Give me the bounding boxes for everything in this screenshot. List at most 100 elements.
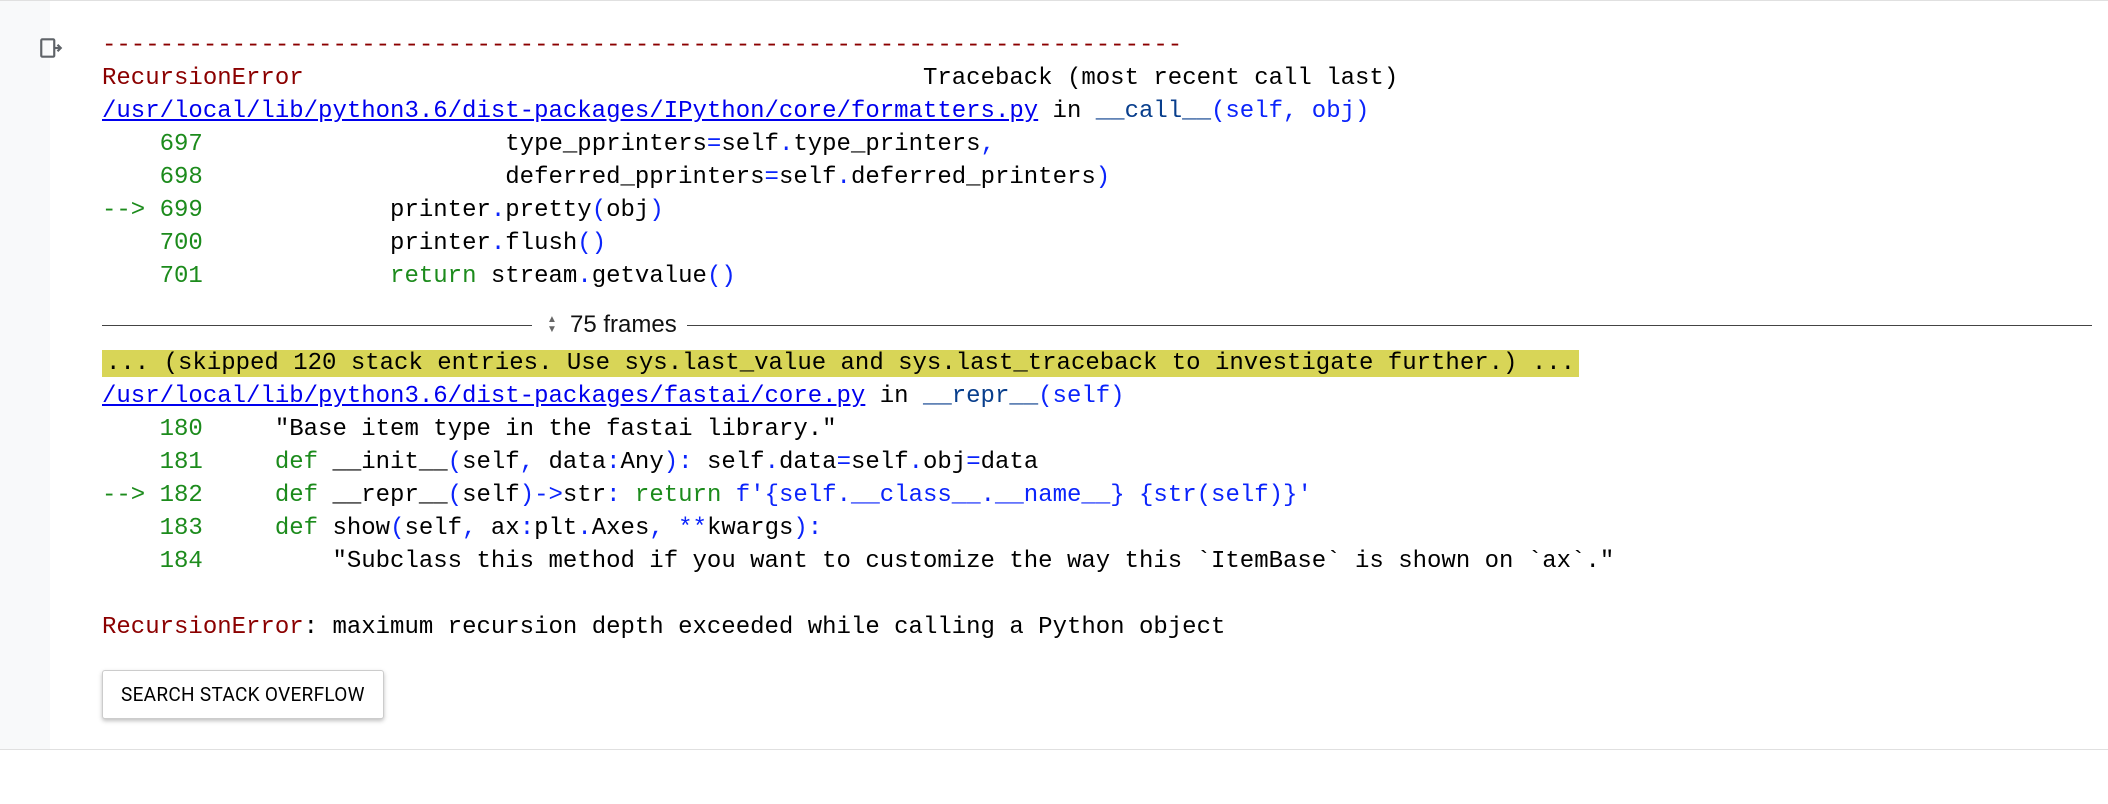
tb-op: . bbox=[909, 449, 923, 476]
tb-op: : bbox=[606, 482, 620, 509]
tb-code: pretty bbox=[505, 197, 591, 224]
tb-code: ax bbox=[476, 515, 519, 542]
tb-op: . bbox=[779, 131, 793, 158]
tb-divider: ----------------------------------------… bbox=[102, 32, 1182, 59]
tb-args: (self, obj) bbox=[1211, 98, 1369, 125]
tb-code: obj bbox=[606, 197, 649, 224]
tb-header-right: Traceback (most recent call last) bbox=[923, 65, 1398, 92]
tb-op: , bbox=[981, 131, 995, 158]
tb-op: = bbox=[966, 449, 980, 476]
tb-op: , bbox=[649, 515, 663, 542]
tb-code: kwargs bbox=[707, 515, 793, 542]
tb-op: . bbox=[837, 164, 851, 191]
tb-arrow: --> bbox=[102, 482, 160, 509]
tb-lineno: 700 bbox=[160, 230, 203, 257]
tb-kw: def bbox=[203, 515, 318, 542]
tb-code: str bbox=[563, 482, 606, 509]
tb-op: ) bbox=[793, 515, 807, 542]
tb-code: self bbox=[462, 482, 520, 509]
tb-func: __repr__ bbox=[923, 383, 1038, 410]
execution-gutter bbox=[0, 1, 50, 749]
tb-code: self bbox=[404, 515, 462, 542]
tb-arrow: --> bbox=[102, 197, 160, 224]
tb-spacer bbox=[304, 65, 923, 92]
tb-op: ) bbox=[664, 449, 678, 476]
tb-op: : bbox=[520, 515, 534, 542]
tb-code: "Base item type in the fastai library." bbox=[203, 416, 837, 443]
tb-lineno: 697 bbox=[160, 131, 203, 158]
frames-rule-left bbox=[102, 325, 532, 326]
tb-code: f'{self.__class__.__name__} {str(self)}' bbox=[721, 482, 1312, 509]
output-cell: ----------------------------------------… bbox=[0, 0, 2108, 750]
tb-code: __init__ bbox=[318, 449, 448, 476]
tb-lineno: 698 bbox=[160, 164, 203, 191]
output-arrow-icon[interactable] bbox=[38, 35, 64, 61]
tb-op: ) bbox=[1096, 164, 1110, 191]
search-stack-overflow-button[interactable]: SEARCH STACK OVERFLOW bbox=[102, 670, 384, 719]
frames-expand-toggle[interactable]: 75 frames bbox=[532, 311, 687, 339]
frames-rule-right bbox=[687, 325, 2092, 326]
tb-op: : bbox=[606, 449, 620, 476]
tb-code: flush bbox=[505, 230, 577, 257]
tb-op: . bbox=[577, 515, 591, 542]
tb-kw: return bbox=[621, 482, 722, 509]
tb-code: getvalue bbox=[592, 263, 707, 290]
tb-kw: def bbox=[203, 449, 318, 476]
tb-code: obj bbox=[923, 449, 966, 476]
tb-op: ** bbox=[664, 515, 707, 542]
frames-collapsed-row[interactable]: 75 frames bbox=[102, 311, 2092, 339]
tb-op: ) bbox=[520, 482, 534, 509]
tb-arrow bbox=[102, 131, 160, 158]
tb-lineno: 181 bbox=[160, 449, 203, 476]
frames-count-label: 75 frames bbox=[570, 311, 677, 339]
tb-code: printer bbox=[203, 197, 491, 224]
tb-lineno: 183 bbox=[160, 515, 203, 542]
tb-op: ) bbox=[592, 230, 606, 257]
tb-code: deferred_printers bbox=[851, 164, 1096, 191]
tb-kw: def bbox=[203, 482, 318, 509]
tb-code: type_pprinters bbox=[203, 131, 707, 158]
tb-code: data bbox=[534, 449, 606, 476]
tb-op: ( bbox=[448, 449, 462, 476]
tb-op: , bbox=[520, 449, 534, 476]
tb-op: ( bbox=[592, 197, 606, 224]
tb-op: = bbox=[707, 131, 721, 158]
tb-file-link[interactable]: /usr/local/lib/python3.6/dist-packages/I… bbox=[102, 98, 1038, 125]
tb-in: in bbox=[1038, 98, 1096, 125]
tb-code: deferred_pprinters bbox=[203, 164, 765, 191]
tb-op: . bbox=[491, 230, 505, 257]
tb-code: self bbox=[779, 164, 837, 191]
final-error-msg: : maximum recursion depth exceeded while… bbox=[304, 614, 1226, 641]
tb-code: Axes bbox=[592, 515, 650, 542]
tb-arrow bbox=[102, 164, 160, 191]
tb-op: ( bbox=[707, 263, 721, 290]
tb-args: (self) bbox=[1038, 383, 1124, 410]
tb-arrow bbox=[102, 263, 160, 290]
tb-op: . bbox=[577, 263, 591, 290]
tb-arrow bbox=[102, 515, 160, 542]
tb-file-link[interactable]: /usr/local/lib/python3.6/dist-packages/f… bbox=[102, 383, 865, 410]
tb-code: data bbox=[779, 449, 837, 476]
tb-code: "Subclass this method if you want to cus… bbox=[203, 548, 1614, 575]
tb-code: show bbox=[318, 515, 390, 542]
tb-op: : bbox=[678, 449, 692, 476]
tb-code: self bbox=[851, 449, 909, 476]
error-name: RecursionError bbox=[102, 65, 304, 92]
tb-code: data bbox=[981, 449, 1039, 476]
tb-op: . bbox=[765, 449, 779, 476]
tb-code: self bbox=[693, 449, 765, 476]
expand-icon bbox=[542, 315, 562, 335]
tb-op: ( bbox=[448, 482, 462, 509]
tb-func: __call__ bbox=[1096, 98, 1211, 125]
traceback-output: ----------------------------------------… bbox=[50, 1, 2092, 293]
tb-lineno: 182 bbox=[160, 482, 203, 509]
tb-op: : bbox=[808, 515, 822, 542]
tb-op: . bbox=[491, 197, 505, 224]
tb-kw: return bbox=[203, 263, 477, 290]
tb-lineno: 180 bbox=[160, 416, 203, 443]
tb-op: -> bbox=[534, 482, 563, 509]
tb-code: Any bbox=[621, 449, 664, 476]
tb-code: self bbox=[721, 131, 779, 158]
final-error-name: RecursionError bbox=[102, 614, 304, 641]
tb-code: __repr__ bbox=[318, 482, 448, 509]
